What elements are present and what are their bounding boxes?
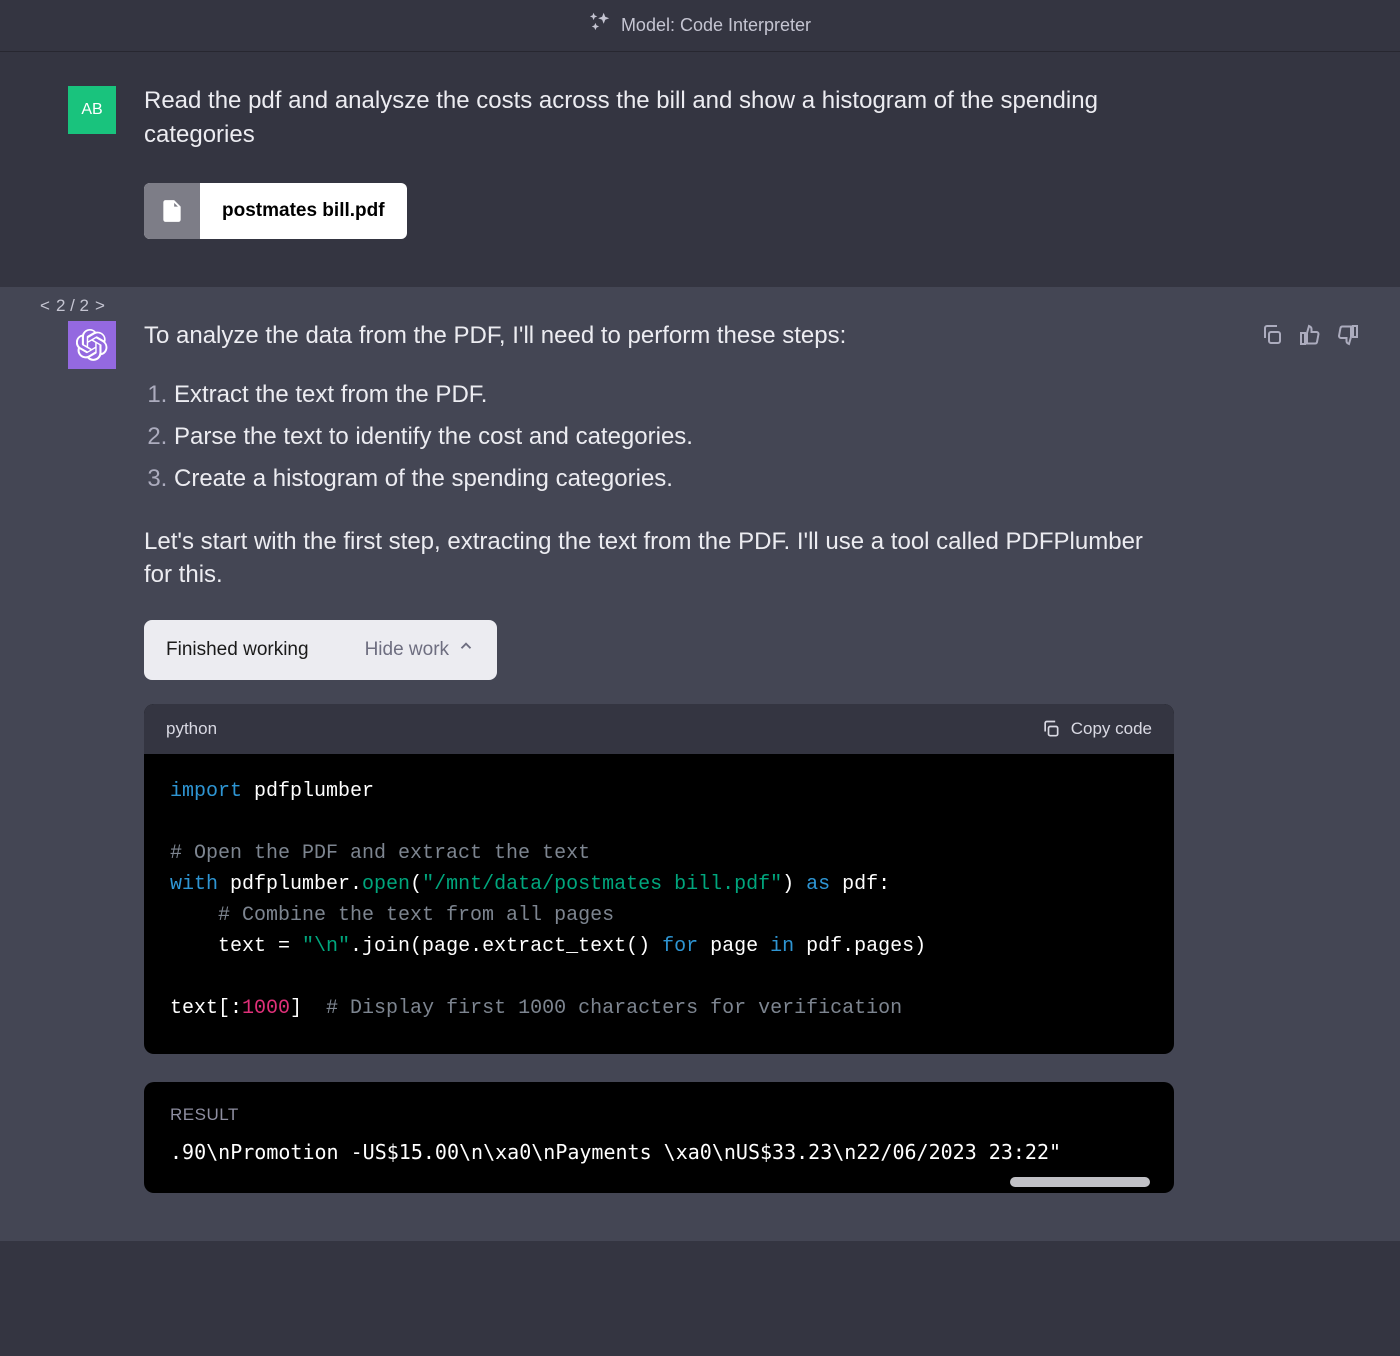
list-item: Extract the text from the PDF. <box>174 377 1174 413</box>
response-pager: < 2 / 2 > <box>40 293 105 319</box>
user-prompt: Read the pdf and analysze the costs acro… <box>144 84 1174 151</box>
list-item: Create a histogram of the spending categ… <box>174 461 1174 497</box>
pager-count: 2 / 2 <box>56 293 89 319</box>
copy-icon[interactable] <box>1260 323 1284 347</box>
user-message: AB Read the pdf and analysze the costs a… <box>0 52 1400 287</box>
sparkle-icon <box>589 10 611 42</box>
code-block: python Copy code import pdfplumber # Ope… <box>144 704 1174 1054</box>
pager-next[interactable]: > <box>95 293 105 319</box>
steps-list: Extract the text from the PDF. Parse the… <box>144 377 1174 497</box>
code-language: python <box>166 716 217 742</box>
result-block: RESULT .90\nPromotion -US$15.00\n\xa0\nP… <box>144 1082 1174 1194</box>
avatar <box>68 321 116 369</box>
chevron-up-icon <box>457 636 475 665</box>
result-text: .90\nPromotion -US$15.00\n\xa0\nPayments… <box>170 1137 1148 1167</box>
avatar: AB <box>68 86 116 134</box>
copy-code-button[interactable]: Copy code <box>1041 716 1152 742</box>
thumbs-down-icon[interactable] <box>1336 323 1360 347</box>
assistant-message: < 2 / 2 > To analyze the data from the P… <box>0 287 1400 1241</box>
file-icon <box>144 183 200 239</box>
file-attachment[interactable]: postmates bill.pdf <box>144 183 407 239</box>
model-bar: Model: Code Interpreter <box>0 0 1400 52</box>
pager-prev[interactable]: < <box>40 293 50 319</box>
assistant-intro: To analyze the data from the PDF, I'll n… <box>144 319 1174 353</box>
horizontal-scrollbar[interactable] <box>1010 1177 1150 1187</box>
list-item: Parse the text to identify the cost and … <box>174 419 1174 455</box>
work-status-chip[interactable]: Finished working Hide work <box>144 620 497 681</box>
hide-work-toggle[interactable]: Hide work <box>365 636 475 665</box>
file-name: postmates bill.pdf <box>200 183 407 239</box>
code-content: import pdfplumber # Open the PDF and ext… <box>144 754 1174 1054</box>
model-label: Model: Code Interpreter <box>621 12 811 39</box>
thumbs-up-icon[interactable] <box>1298 323 1322 347</box>
work-status-label: Finished working <box>166 636 309 665</box>
result-label: RESULT <box>170 1102 1148 1128</box>
assistant-paragraph: Let's start with the first step, extract… <box>144 525 1174 592</box>
